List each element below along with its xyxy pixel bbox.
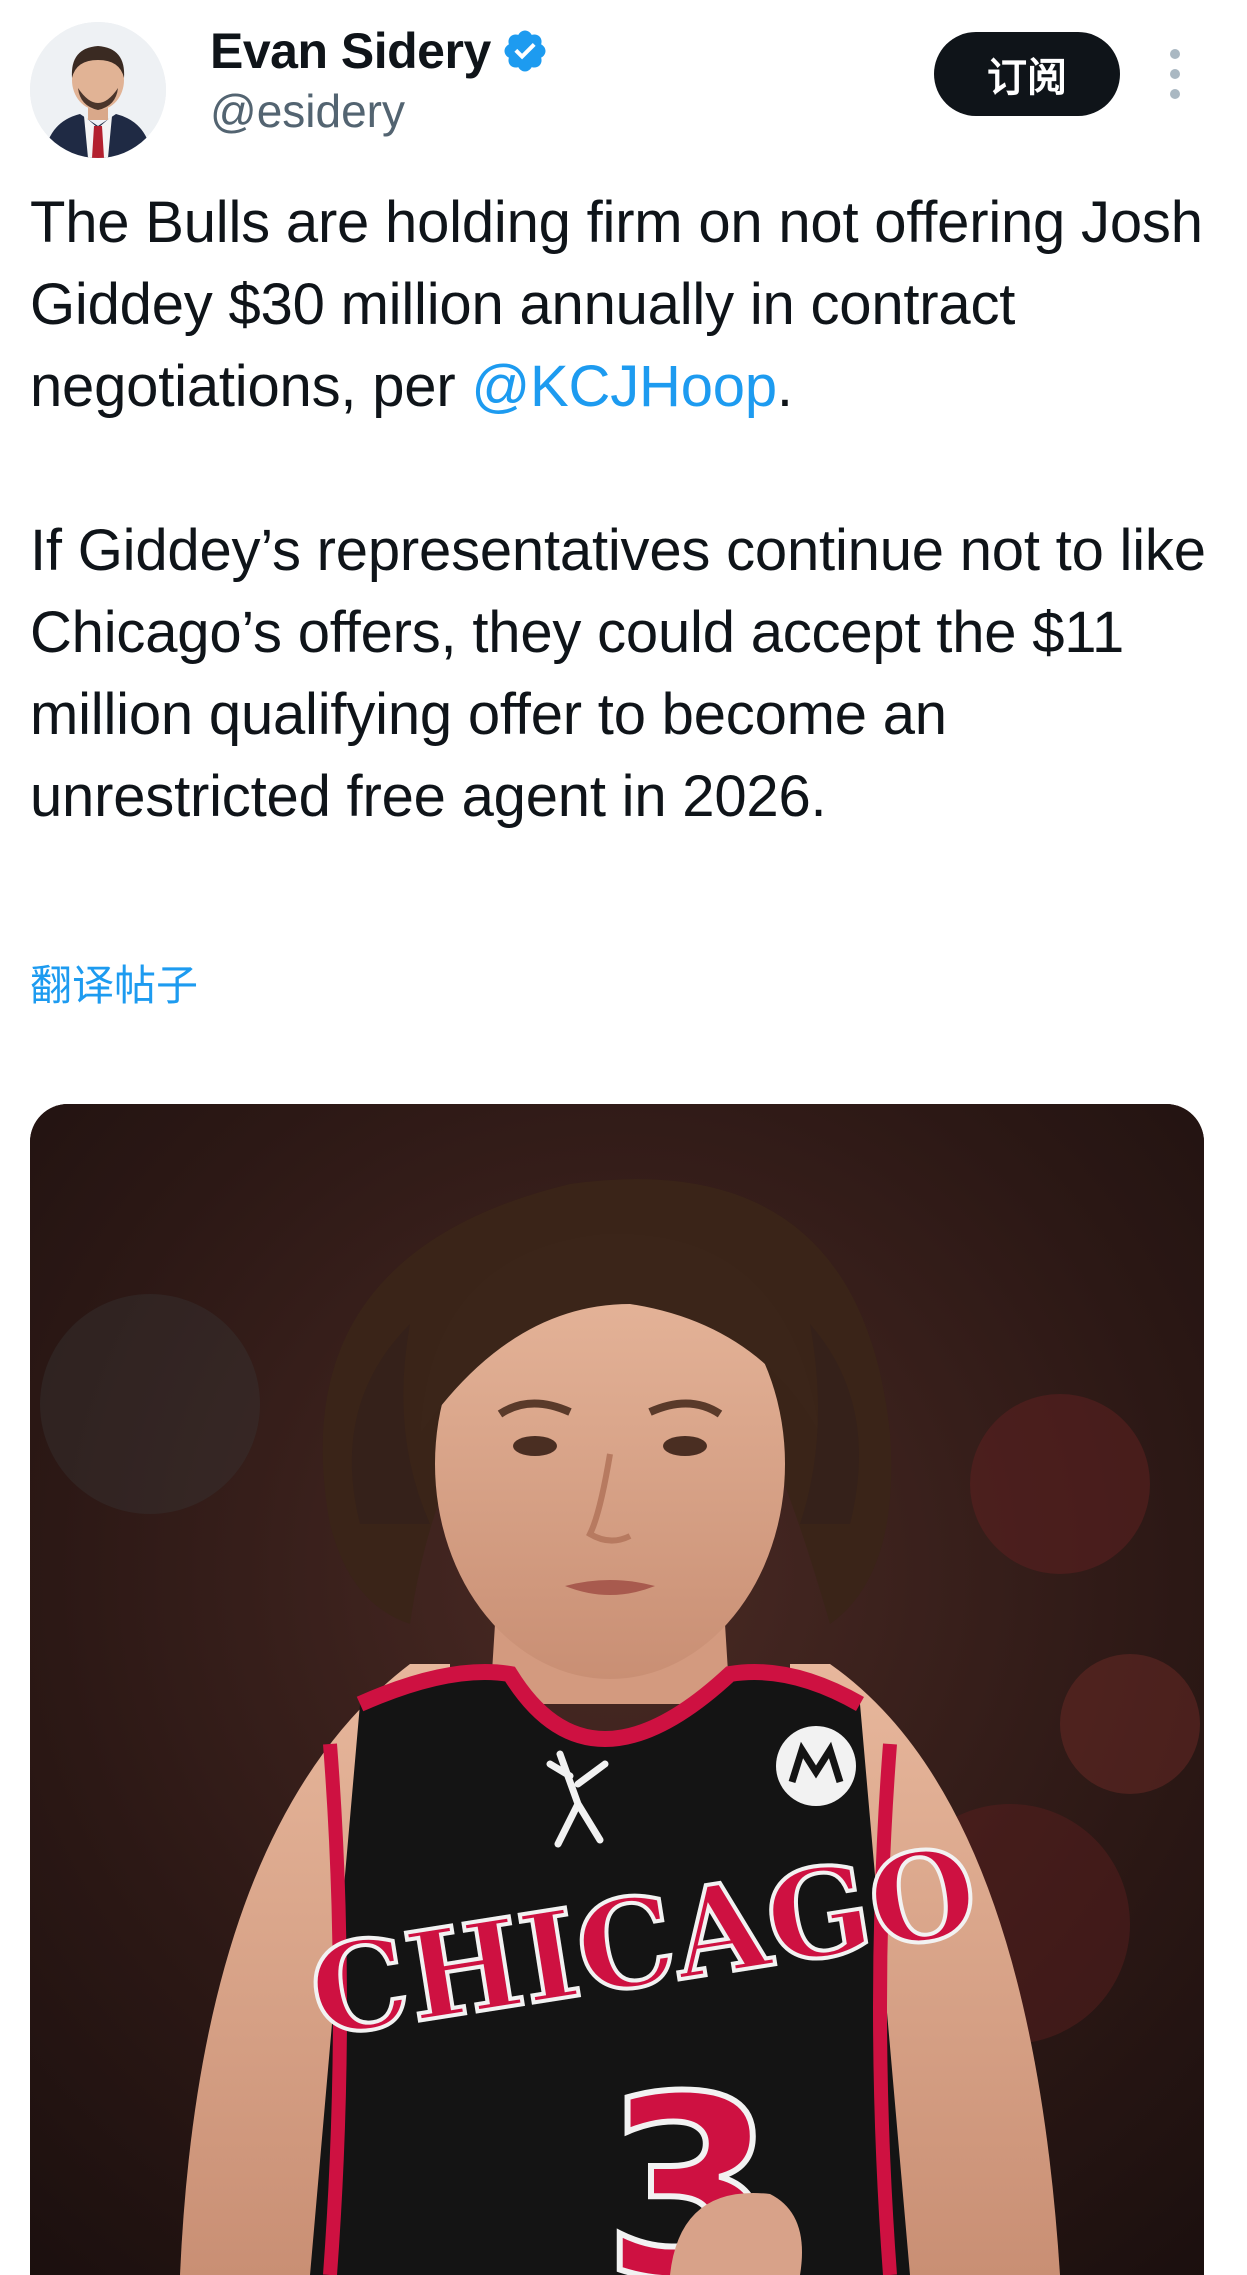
mention-link[interactable]: @KCJHoop xyxy=(471,354,777,419)
author-handle[interactable]: @esidery xyxy=(210,84,405,138)
tweet-body: The Bulls are holding firm on not offeri… xyxy=(30,182,1220,838)
author-avatar[interactable] xyxy=(30,22,166,158)
tweet-header: Evan Sidery @esidery 订阅 xyxy=(0,0,1247,160)
tweet-media-photo[interactable]: CHICAGO 3 xyxy=(30,1104,1204,2275)
author-display-name[interactable]: Evan Sidery xyxy=(210,22,491,80)
tweet-paragraph-1: The Bulls are holding firm on not offeri… xyxy=(30,182,1220,428)
subscribe-button[interactable]: 订阅 xyxy=(934,32,1120,116)
verified-badge-icon xyxy=(501,27,549,75)
tweet-paragraph-2: If Giddey’s representatives continue not… xyxy=(30,518,1206,829)
profile-photo xyxy=(30,22,166,158)
more-vertical-icon[interactable] xyxy=(1160,46,1190,102)
author-name-row[interactable]: Evan Sidery xyxy=(210,20,549,82)
translate-post-link[interactable]: 翻译帖子 xyxy=(30,952,198,1013)
tweet-text-1-end: . xyxy=(776,354,793,419)
player-photo: CHICAGO 3 xyxy=(30,1104,1204,2275)
